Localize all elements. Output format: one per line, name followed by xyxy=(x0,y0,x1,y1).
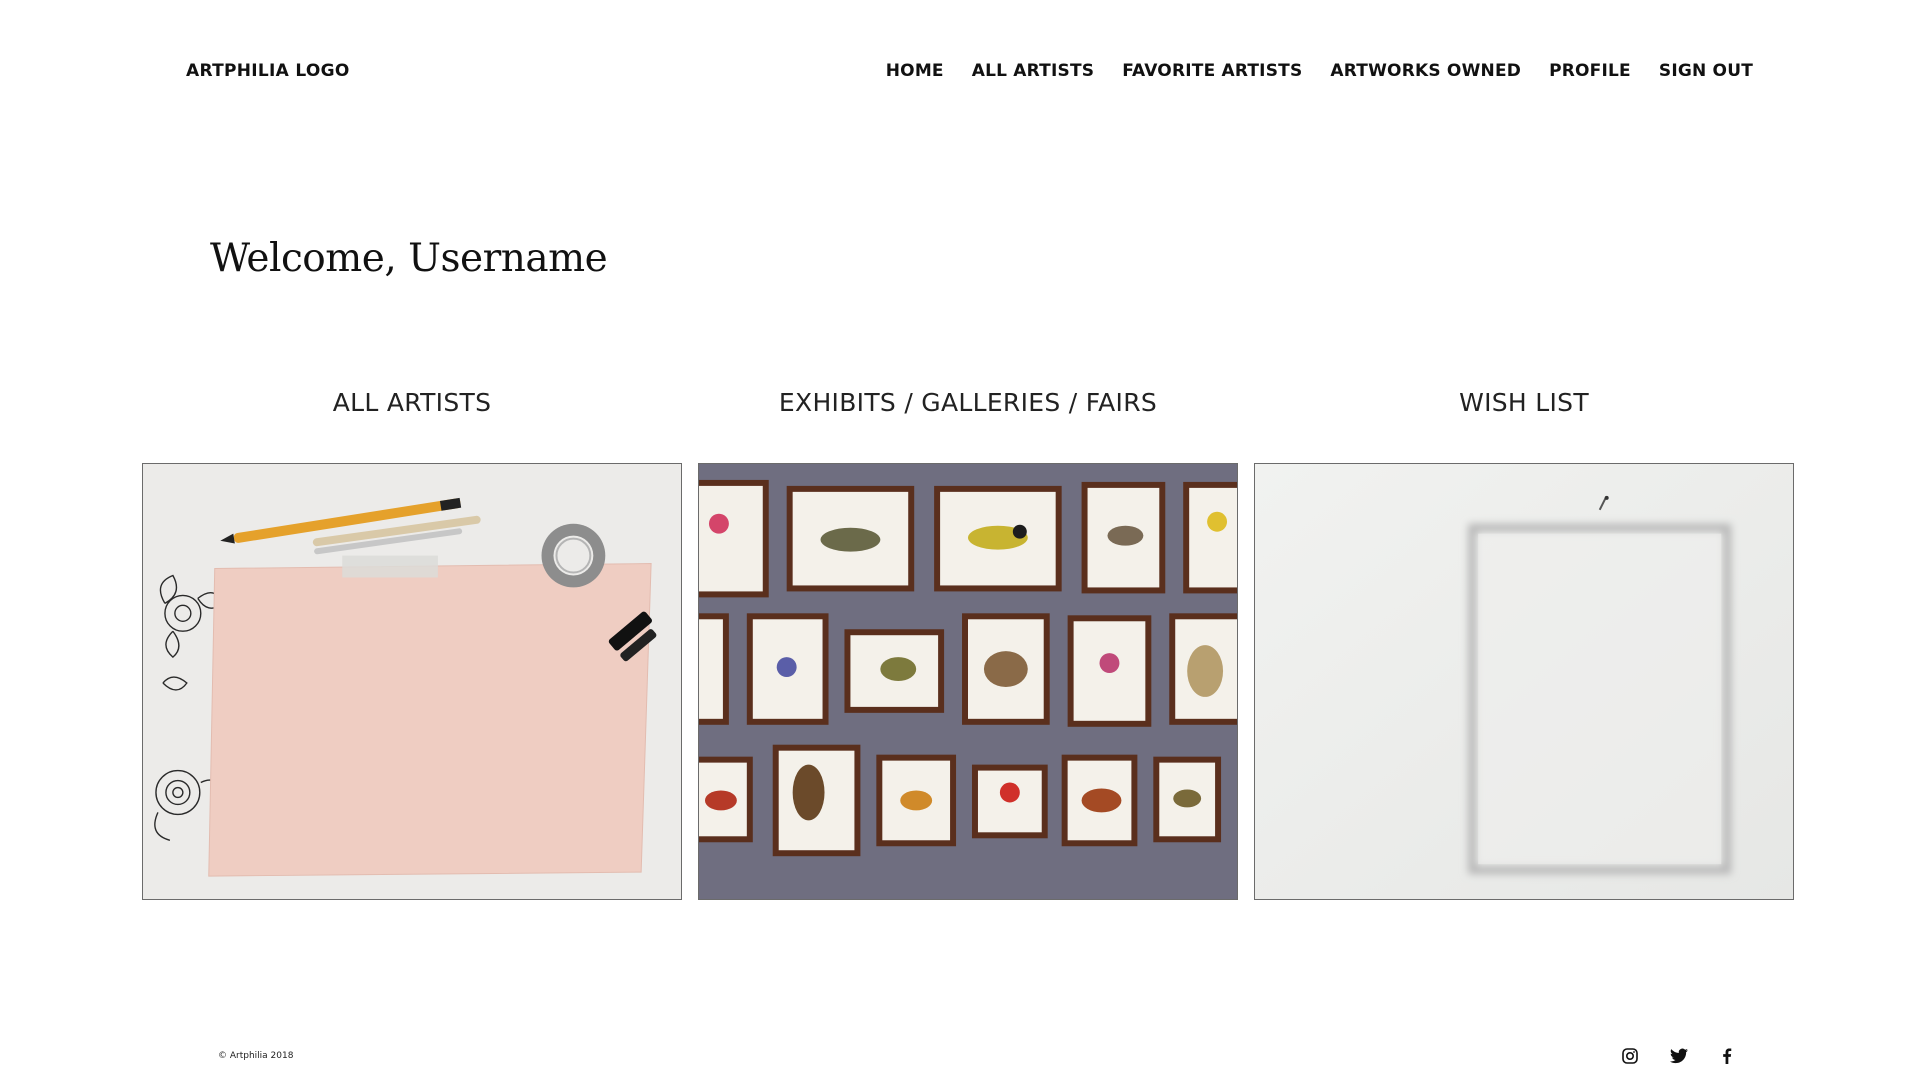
card-title[interactable]: ALL ARTISTS xyxy=(142,388,682,424)
card-all-artists: ALL ARTISTS xyxy=(142,388,682,900)
card-image-exhibits[interactable] xyxy=(698,463,1238,900)
twitter-icon[interactable] xyxy=(1670,1047,1688,1065)
main-nav: HOME ALL ARTISTS FAVORITE ARTISTS ARTWOR… xyxy=(886,61,1753,81)
desk-pink-paper-image xyxy=(143,464,681,899)
nav-profile[interactable]: PROFILE xyxy=(1549,61,1631,81)
logo[interactable]: ARTPHILIA LOGO xyxy=(186,61,350,81)
instagram-icon[interactable] xyxy=(1621,1047,1639,1065)
card-exhibits: EXHIBITS / GALLERIES / FAIRS xyxy=(698,388,1238,900)
nav-all-artists[interactable]: ALL ARTISTS xyxy=(972,61,1094,81)
card-image-all-artists[interactable] xyxy=(142,463,682,900)
nav-favorite-artists[interactable]: FAVORITE ARTISTS xyxy=(1122,61,1302,81)
empty-wall-frame-image xyxy=(1255,464,1793,899)
page: ARTPHILIA LOGO HOME ALL ARTISTS FAVORITE… xyxy=(0,0,1920,1076)
nav-home[interactable]: HOME xyxy=(886,61,944,81)
facebook-icon[interactable] xyxy=(1718,1047,1736,1065)
card-wish-list: WISH LIST xyxy=(1254,388,1794,900)
nav-sign-out[interactable]: SIGN OUT xyxy=(1659,61,1753,81)
copyright: © Artphilia 2018 xyxy=(218,1051,294,1061)
welcome-heading: Welcome, Username xyxy=(210,236,608,281)
card-title[interactable]: EXHIBITS / GALLERIES / FAIRS xyxy=(698,388,1238,424)
framed-birds-wall-image xyxy=(699,464,1237,899)
card-title[interactable]: WISH LIST xyxy=(1254,388,1794,424)
nav-artworks-owned[interactable]: ARTWORKS OWNED xyxy=(1330,61,1521,81)
card-image-wish-list[interactable] xyxy=(1254,463,1794,900)
